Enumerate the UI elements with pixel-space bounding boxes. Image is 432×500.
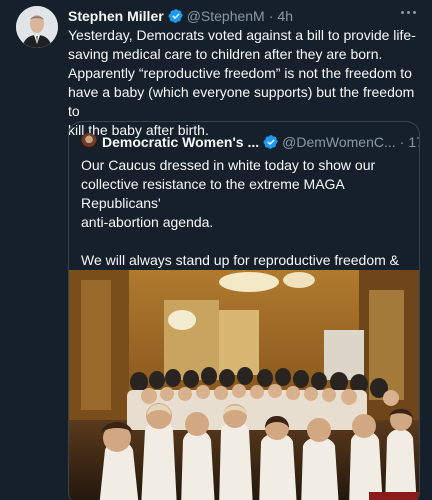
quoted-author-handle[interactable]: @DemWomenC... xyxy=(282,134,396,150)
tweet[interactable]: Stephen Miller @StephenM · 4h Yesterday,… xyxy=(0,0,432,500)
author-handle[interactable]: @StephenM xyxy=(187,8,265,24)
more-icon[interactable] xyxy=(398,5,418,19)
quoted-header-separator: · xyxy=(399,134,405,150)
verified-badge-icon xyxy=(263,135,278,149)
tweet-header: Stephen Miller @StephenM · 4h xyxy=(68,7,416,25)
header-separator: · xyxy=(268,8,274,24)
author-avatar[interactable] xyxy=(16,6,58,48)
group-photo[interactable] xyxy=(69,270,419,500)
tweet-timestamp[interactable]: 4h xyxy=(277,8,293,24)
verified-badge-icon xyxy=(168,9,183,23)
quoted-author-name[interactable]: Democratic Women's ... xyxy=(102,134,259,150)
quoted-tweet-header: Democratic Women's ... @DemWomenC... · 1… xyxy=(102,133,419,151)
quoted-author-avatar[interactable] xyxy=(81,133,97,149)
quoted-tweet[interactable]: Democratic Women's ... @DemWomenC... · 1… xyxy=(68,121,420,500)
author-name[interactable]: Stephen Miller xyxy=(68,8,164,24)
quoted-tweet-timestamp[interactable]: 17h xyxy=(408,134,419,150)
